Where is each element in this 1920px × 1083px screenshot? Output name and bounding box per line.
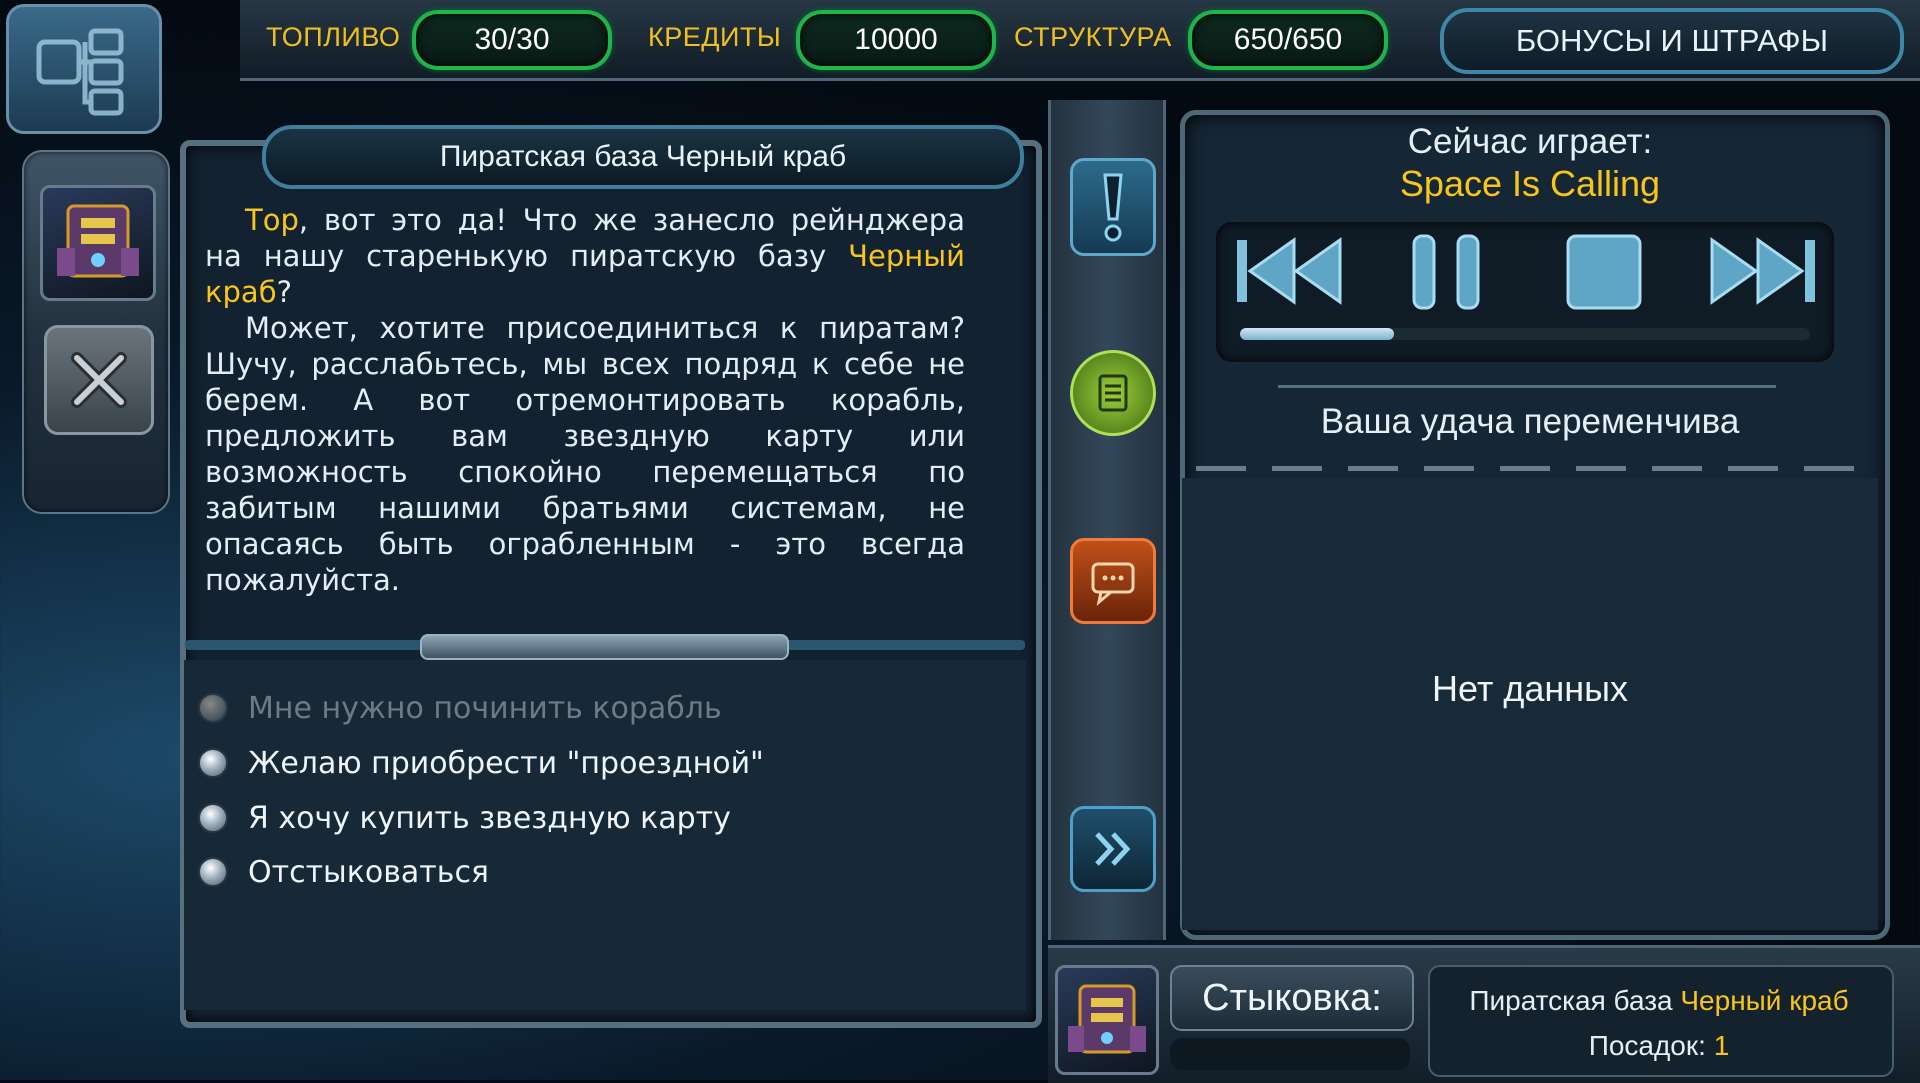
rewind-icon: [1237, 237, 1342, 305]
double-chevron-icon: [1095, 832, 1131, 866]
answer-label: Мне нужно починить корабль: [248, 690, 722, 726]
fuel-label: ТОПЛИВО: [266, 22, 401, 52]
dock-base-portrait: [1055, 965, 1159, 1075]
stop-button[interactable]: [1562, 230, 1646, 312]
answer-option-repair: Мне нужно починить корабль: [198, 686, 722, 730]
pause-icon: [1412, 234, 1480, 310]
song-title: Space Is Calling: [1399, 163, 1661, 204]
bonuses-penalties-button[interactable]: БОНУСЫ И ШТРАФЫ: [1440, 8, 1904, 74]
answer-label: Я хочу купить звездную карту: [248, 800, 731, 836]
no-data-text: Нет данных: [1432, 668, 1628, 709]
answer-label: Отстыковаться: [248, 854, 489, 890]
separator: [1278, 385, 1776, 388]
alert-button[interactable]: [1070, 158, 1156, 256]
pirate-base-icon: [1068, 984, 1146, 1054]
dock-strip: [1170, 1038, 1410, 1070]
credits-value: 10000: [796, 10, 996, 70]
next-button[interactable]: [1070, 806, 1156, 892]
scroll-handle[interactable]: [420, 634, 789, 660]
landings-label: Посадок:: [1588, 1030, 1714, 1061]
dashed-separator: [1196, 466, 1864, 471]
chat-button[interactable]: [1070, 538, 1156, 624]
dock-base-prefix: Пиратская база: [1469, 985, 1681, 1016]
dock-base-highlight: Черный краб: [1680, 985, 1849, 1016]
dialog-title: Пиратская база Черный краб: [262, 125, 1024, 189]
stop-icon: [1566, 234, 1642, 310]
main-menu-button[interactable]: [6, 4, 162, 134]
luck-title: Ваша удача переменчива: [1320, 402, 1740, 441]
pause-button[interactable]: [1402, 230, 1492, 312]
document-icon: [1098, 374, 1128, 412]
fast-forward-icon: [1710, 237, 1815, 305]
exclamation-icon: [1103, 173, 1123, 242]
structure-value: 650/650: [1188, 10, 1388, 70]
fuel-value: 30/30: [412, 10, 612, 70]
radio-bullet-icon: [198, 857, 228, 887]
player-name: Тор: [245, 203, 299, 237]
docking-label: Стыковка:: [1170, 965, 1414, 1031]
song-progress-fill: [1240, 328, 1394, 340]
answer-option-undock[interactable]: Отстыковаться: [198, 850, 489, 894]
dock-landings: Посадок: 1: [1428, 1030, 1890, 1062]
radio-bullet-icon: [198, 748, 228, 778]
close-button[interactable]: [44, 325, 154, 435]
dialog-text: Тор, вот это да! Что же занесло рейнджер…: [205, 202, 965, 598]
radio-bullet-icon: [198, 693, 228, 723]
close-icon: [71, 352, 127, 408]
npc-portrait: [40, 185, 156, 301]
now-playing-label: Сейчас играет:: [1407, 122, 1653, 161]
answer-option-starmap[interactable]: Я хочу купить звездную карту: [198, 796, 731, 840]
chat-icon: [1091, 562, 1135, 606]
answer-option-pass[interactable]: Желаю приобрести "проездной": [198, 741, 764, 785]
rewind-button[interactable]: [1236, 230, 1348, 312]
pirate-base-icon: [57, 204, 139, 278]
structure-label: СТРУКТУРА: [1014, 22, 1172, 52]
log-button[interactable]: [1070, 350, 1156, 436]
dialog-paragraph: Может, хотите присоединиться к пиратам? …: [205, 311, 965, 597]
landings-value: 1: [1713, 1030, 1730, 1061]
dock-base-name: Пиратская база Черный краб: [1428, 985, 1890, 1017]
dialog-text-part: ?: [276, 275, 292, 309]
fast-forward-button[interactable]: [1706, 230, 1818, 312]
answer-label: Желаю приобрести "проездной": [248, 745, 764, 781]
radio-bullet-icon: [198, 803, 228, 833]
credits-label: КРЕДИТЫ: [648, 22, 782, 52]
network-icon: [36, 28, 124, 116]
